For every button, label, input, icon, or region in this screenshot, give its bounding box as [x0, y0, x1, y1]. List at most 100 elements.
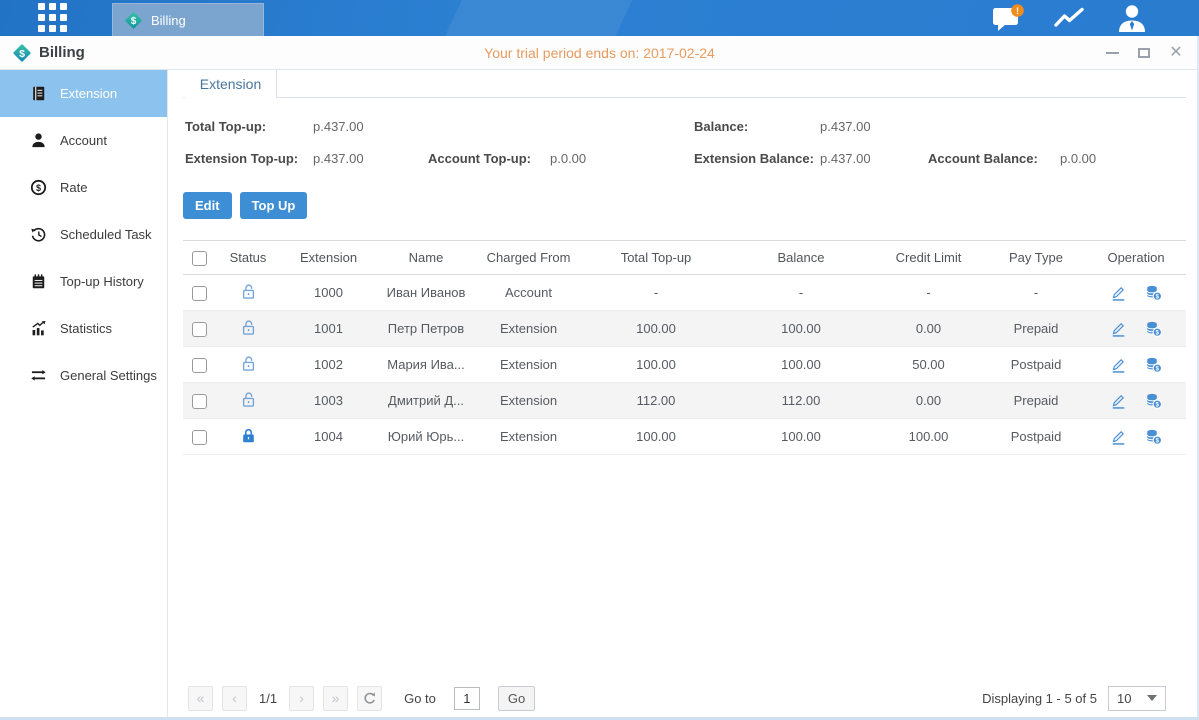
sidebar-item-label: Statistics — [60, 321, 112, 336]
cell-charged-from: Extension — [476, 419, 581, 455]
col-total-top-up: Total Top-up — [581, 241, 731, 275]
next-page-button[interactable]: › — [289, 686, 314, 711]
sidebar-item-rate[interactable]: $ Rate — [0, 164, 167, 211]
notifications-icon[interactable]: ! — [990, 3, 1026, 33]
edit-row-icon[interactable] — [1110, 392, 1127, 409]
cell-balance: 112.00 — [731, 383, 871, 419]
cell-charged-from: Extension — [476, 347, 581, 383]
displaying-label: Displaying 1 - 5 of 5 — [982, 691, 1097, 706]
select-all-checkbox[interactable] — [192, 251, 207, 266]
diamond-dollar-icon: $ — [12, 43, 32, 63]
refresh-button[interactable] — [357, 686, 382, 711]
cell-charged-from: Extension — [476, 383, 581, 419]
col-name: Name — [376, 241, 476, 275]
swap-settings-icon — [30, 367, 47, 384]
summary-label: Balance: — [694, 116, 820, 137]
top-up-button[interactable]: Top Up — [240, 192, 308, 219]
table-row[interactable]: 1000 Иван Иванов Account - - - - $ — [183, 275, 1186, 311]
chevron-down-icon — [1147, 695, 1157, 701]
sidebar-item-extension[interactable]: Extension — [0, 70, 167, 117]
sidebar-item-label: Extension — [60, 86, 117, 101]
edit-row-icon[interactable] — [1110, 320, 1127, 337]
top-up-row-icon[interactable]: $ — [1145, 392, 1162, 409]
statistics-chart-icon[interactable] — [1052, 3, 1088, 33]
col-extension: Extension — [281, 241, 376, 275]
top-up-row-icon[interactable]: $ — [1145, 356, 1162, 373]
cell-name: Дмитрий Д... — [376, 383, 476, 419]
sidebar-item-account[interactable]: Account — [0, 117, 167, 164]
refresh-icon — [362, 691, 377, 706]
first-page-button[interactable]: « — [188, 686, 213, 711]
window-title-bar: $ Billing Your trial period ends on: 201… — [0, 36, 1199, 70]
tab-extension-label: Extension — [200, 76, 261, 92]
row-checkbox[interactable] — [192, 286, 207, 301]
goto-label: Go to — [404, 691, 436, 706]
last-page-button[interactable]: » — [323, 686, 348, 711]
topbar-tab-billing[interactable]: $ Billing — [112, 3, 264, 36]
app-grid-icon[interactable] — [38, 3, 68, 33]
ledger-icon — [30, 85, 47, 102]
sidebar-item-label: Rate — [60, 180, 87, 195]
status-unlocked-icon — [240, 319, 257, 336]
svg-text:$: $ — [131, 16, 137, 27]
top-up-row-icon[interactable]: $ — [1145, 320, 1162, 337]
goto-page-input[interactable] — [454, 687, 480, 710]
top-up-row-icon[interactable]: $ — [1145, 428, 1162, 445]
edit-row-icon[interactable] — [1110, 284, 1127, 301]
cell-charged-from: Account — [476, 275, 581, 311]
person-icon — [30, 132, 47, 149]
sidebar-item-scheduled-task[interactable]: Scheduled Task — [0, 211, 167, 258]
sidebar-item-top-up-history[interactable]: Top-up History — [0, 258, 167, 305]
close-button[interactable]: ✕ — [1169, 46, 1183, 60]
cell-balance: - — [731, 275, 871, 311]
status-locked-icon — [240, 427, 257, 444]
notebook-icon — [30, 273, 47, 290]
cell-extension: 1000 — [281, 275, 376, 311]
row-checkbox[interactable] — [192, 322, 207, 337]
cell-extension: 1004 — [281, 419, 376, 455]
cell-pay-type: Prepaid — [986, 311, 1086, 347]
trial-notice: Your trial period ends on: 2017-02-24 — [0, 45, 1199, 61]
row-checkbox[interactable] — [192, 358, 207, 373]
top-up-row-icon[interactable]: $ — [1145, 284, 1162, 301]
page-size-value: 10 — [1117, 691, 1131, 706]
svg-text:$: $ — [19, 48, 25, 60]
prev-page-button[interactable]: ‹ — [222, 686, 247, 711]
cell-total-top-up: 100.00 — [581, 311, 731, 347]
summary-label: Account Top-up: — [428, 148, 550, 169]
table-row[interactable]: 1001 Петр Петров Extension 100.00 100.00… — [183, 311, 1186, 347]
col-balance: Balance — [731, 241, 871, 275]
sidebar-item-label: Account — [60, 133, 107, 148]
sidebar-item-statistics[interactable]: Statistics — [0, 305, 167, 352]
tab-strip: Extension — [183, 70, 1186, 98]
row-checkbox[interactable] — [192, 430, 207, 445]
sidebar-item-label: Scheduled Task — [60, 227, 152, 242]
edit-row-icon[interactable] — [1110, 356, 1127, 373]
sidebar: Extension Account $ Rate — [0, 70, 168, 720]
user-account-icon[interactable] — [1114, 3, 1150, 33]
cell-credit-limit: 0.00 — [871, 311, 986, 347]
cell-pay-type: - — [986, 275, 1086, 311]
extensions-table: Status Extension Name Charged From Total… — [183, 240, 1186, 455]
page-size-select[interactable]: 10 — [1108, 686, 1166, 711]
table-row[interactable]: 1003 Дмитрий Д... Extension 112.00 112.0… — [183, 383, 1186, 419]
row-checkbox[interactable] — [192, 394, 207, 409]
go-button[interactable]: Go — [498, 686, 535, 711]
summary-label: Account Balance: — [928, 148, 1060, 169]
table-row[interactable]: 1002 Мария Ива... Extension 100.00 100.0… — [183, 347, 1186, 383]
tab-extension[interactable]: Extension — [185, 70, 277, 98]
edit-button[interactable]: Edit — [183, 192, 232, 219]
sidebar-item-label: Top-up History — [60, 274, 144, 289]
cell-name: Мария Ива... — [376, 347, 476, 383]
svg-text:$: $ — [36, 183, 41, 193]
billing-window: $ Billing ! — [0, 0, 1199, 720]
edit-row-icon[interactable] — [1110, 428, 1127, 445]
minimize-button[interactable] — [1105, 46, 1119, 60]
sidebar-item-general-settings[interactable]: General Settings — [0, 352, 167, 399]
table-header-row: Status Extension Name Charged From Total… — [183, 241, 1186, 275]
diamond-dollar-icon: $ — [124, 11, 143, 30]
top-app-bar: $ Billing ! — [0, 0, 1199, 36]
table-row[interactable]: 1004 Юрий Юрь... Extension 100.00 100.00… — [183, 419, 1186, 455]
summary-value: p.0.00 — [550, 148, 586, 169]
maximize-button[interactable] — [1137, 46, 1151, 60]
